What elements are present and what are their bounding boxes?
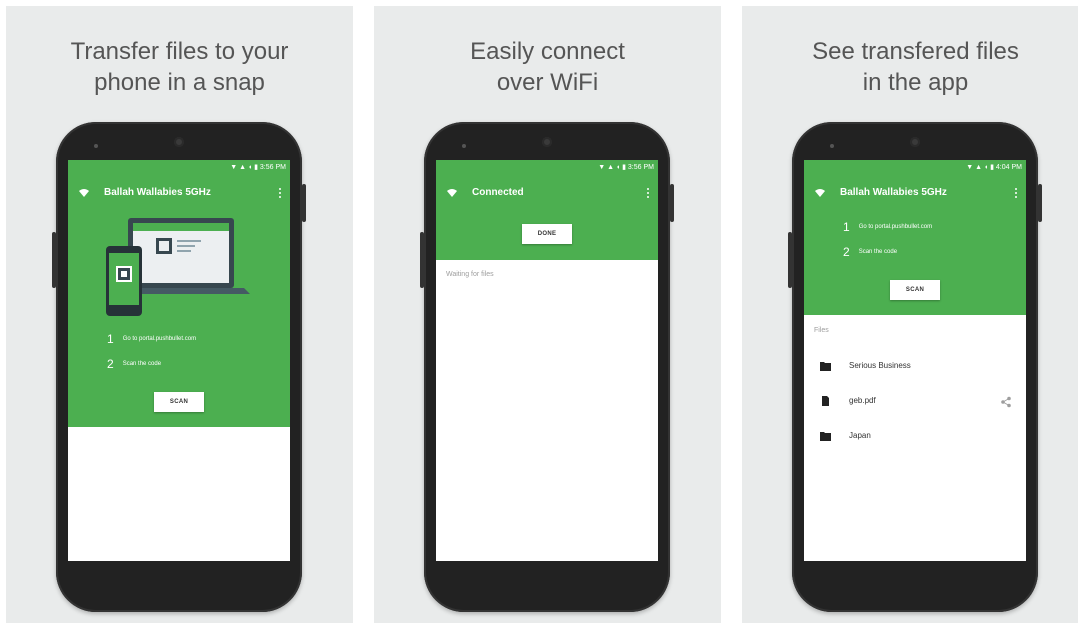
list-item[interactable]: Serious Business	[804, 357, 1026, 377]
app-toolbar: Ballah Wallabies 5GHz	[804, 176, 1026, 212]
laptop-phone-illustration	[106, 218, 250, 316]
wifi-icon	[79, 189, 89, 197]
network-name: Ballah Wallabies 5GHz	[840, 187, 947, 198]
folder-icon	[820, 362, 831, 371]
power-button	[1038, 184, 1042, 222]
volume-button	[788, 232, 792, 288]
status-bar: ▼ ▲ ◖ ▮ 3:56 PM	[598, 164, 654, 171]
file-name: Japan	[849, 431, 871, 440]
phone-frame: ▼ ▲ ◖ ▮ 4:04 PM Ballah Wallabies 5GHz 1G…	[788, 122, 1042, 612]
sensor	[830, 144, 834, 148]
sensor	[94, 144, 98, 148]
step-2: 2 Scan the code	[843, 245, 898, 259]
overflow-menu-icon[interactable]	[1014, 188, 1018, 200]
step-1: 1 Go to portal.pushbullet.com	[107, 332, 197, 346]
power-button	[670, 184, 674, 222]
network-name: Ballah Wallabies 5GHz	[104, 187, 211, 198]
folder-icon	[820, 432, 831, 441]
phone-screen: ▼ ▲ ◖ ▮ 4:04 PM Ballah Wallabies 5GHz 1G…	[804, 160, 1026, 561]
file-name: Serious Business	[849, 361, 911, 370]
file-name: geb.pdf	[849, 396, 876, 405]
panel-connect: Easily connect over WiFi ▼ ▲ ◖ ▮ 3:56 PM…	[374, 6, 721, 623]
panel-files: See transfered files in the app ▼ ▲ ◖ ▮ …	[742, 6, 1078, 623]
panel-caption: See transfered files in the app	[812, 38, 1019, 96]
step-2: 2 Scan the code	[107, 357, 162, 371]
wifi-icon	[447, 189, 457, 197]
green-header: ▼ ▲ ◖ ▮ 3:56 PM Connected DONE	[436, 160, 658, 260]
panel-transfer: Transfer files to your phone in a snap ▼…	[6, 6, 353, 623]
camera	[174, 137, 184, 147]
phone-screen: ▼ ▲ ◖ ▮ 3:56 PM Connected DONE Waiting f…	[436, 160, 658, 561]
status-bar: ▼ ▲ ◖ ▮ 4:04 PM	[966, 164, 1022, 171]
green-header: ▼ ▲ ◖ ▮ 3:56 PM Ballah Wallabies 5GHz 1 …	[68, 160, 290, 427]
camera	[542, 137, 552, 147]
overflow-menu-icon[interactable]	[278, 188, 282, 200]
volume-button	[52, 232, 56, 288]
scan-button[interactable]: SCAN	[890, 280, 940, 300]
phone-frame: ▼ ▲ ◖ ▮ 3:56 PM Connected DONE Waiting f…	[420, 122, 674, 612]
scan-button[interactable]: SCAN	[154, 392, 204, 412]
overflow-menu-icon[interactable]	[646, 188, 650, 200]
file-icon	[822, 396, 829, 406]
sensor	[462, 144, 466, 148]
app-toolbar: Ballah Wallabies 5GHz	[68, 176, 290, 212]
share-icon[interactable]	[1000, 396, 1012, 408]
camera	[910, 137, 920, 147]
green-header: ▼ ▲ ◖ ▮ 4:04 PM Ballah Wallabies 5GHz 1G…	[804, 160, 1026, 315]
status-bar: ▼ ▲ ◖ ▮ 3:56 PM	[230, 164, 286, 171]
phone-screen: ▼ ▲ ◖ ▮ 3:56 PM Ballah Wallabies 5GHz 1 …	[68, 160, 290, 561]
connection-status: Connected	[472, 187, 524, 198]
waiting-message: Waiting for files	[446, 271, 494, 278]
panel-caption: Easily connect over WiFi	[470, 38, 625, 96]
power-button	[302, 184, 306, 222]
list-item[interactable]: Japan	[804, 427, 1026, 447]
phone-frame: ▼ ▲ ◖ ▮ 3:56 PM Ballah Wallabies 5GHz 1 …	[52, 122, 306, 612]
step-1: 1 Go to portal.pushbullet.com	[843, 220, 933, 234]
volume-button	[420, 232, 424, 288]
done-button[interactable]: DONE	[522, 224, 572, 244]
list-item[interactable]: geb.pdf	[804, 392, 1026, 412]
app-toolbar: Connected	[436, 176, 658, 212]
files-header: Files	[814, 327, 829, 334]
panel-caption: Transfer files to your phone in a snap	[70, 38, 289, 96]
wifi-icon	[815, 189, 825, 197]
